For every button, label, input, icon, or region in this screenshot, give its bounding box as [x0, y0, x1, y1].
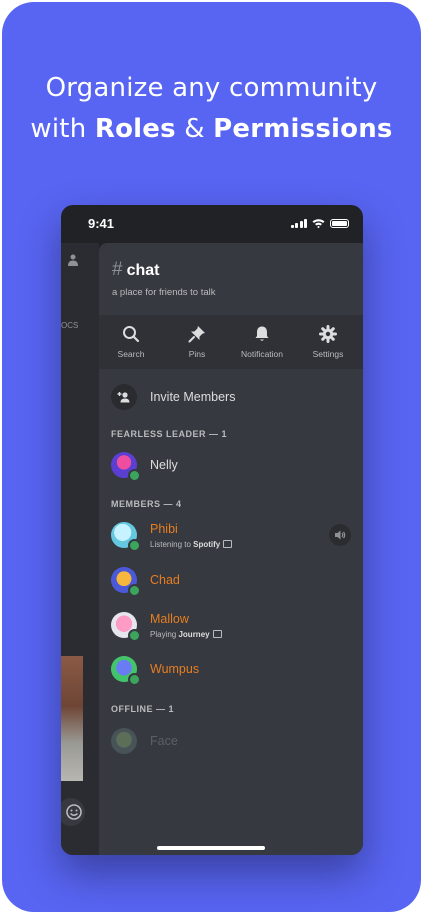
member-name: Mallow [150, 612, 189, 626]
server-sidebar: OCS [61, 243, 99, 855]
activity-icon [212, 630, 222, 638]
member-nelly[interactable]: Nelly [111, 452, 351, 482]
member-activity: Playing Journey [150, 630, 222, 639]
member-name: Phibi [150, 522, 178, 536]
section-offline: OFFLINE — 1 [111, 704, 175, 714]
pin-icon [188, 326, 205, 343]
wifi-icon [312, 219, 325, 228]
section-fearless-leader: FEARLESS LEADER — 1 [111, 429, 228, 439]
channel-title: # chat [112, 259, 159, 281]
bell-icon [255, 326, 269, 341]
headline: Organize any community with Roles & Perm… [2, 68, 421, 150]
headline-roles: Roles [94, 114, 176, 144]
sidebar-image [61, 656, 83, 781]
battery-icon [330, 218, 349, 228]
status-time: 9:41 [88, 216, 115, 231]
online-status-icon [128, 629, 141, 642]
settings-label: Settings [312, 349, 344, 359]
headline-permissions: Permissions [213, 114, 393, 144]
invite-members-button[interactable]: Invite Members [111, 384, 351, 410]
status-bar: 9:41 [61, 205, 363, 243]
gear-icon [319, 325, 337, 343]
member-name: Wumpus [150, 662, 200, 676]
online-status-icon [128, 469, 141, 482]
notification-button[interactable]: Notification [232, 315, 292, 369]
signal-icon [290, 218, 307, 228]
sidebar-partial-label: OCS [61, 321, 79, 330]
channel-toolbar: Search Pins Notification Settings [99, 315, 363, 369]
section-members: MEMBERS — 4 [111, 499, 182, 509]
member-mallow[interactable]: Mallow Playing Journey [111, 612, 351, 642]
member-name: Chad [150, 573, 180, 587]
online-status-icon [128, 584, 141, 597]
phone-screen: 9:41 OCS # chat a place for friends to ta… [61, 205, 363, 855]
online-status-icon [128, 539, 141, 552]
channel-topic: a place for friends to talk [112, 287, 216, 298]
search-icon [123, 326, 140, 343]
invite-members-label: Invite Members [150, 390, 236, 404]
search-label: Search [117, 349, 145, 359]
member-chad[interactable]: Chad [111, 567, 351, 597]
speaker-icon [335, 530, 346, 540]
members-panel: # chat a place for friends to talk Search… [99, 243, 363, 855]
member-face[interactable]: Face [111, 728, 351, 758]
member-activity: Listening to Spotify [150, 540, 233, 549]
headline-line-2: with Roles & Permissions [30, 114, 393, 144]
notification-label: Notification [240, 349, 284, 359]
add-member-icon [117, 392, 130, 403]
member-name: Face [150, 734, 178, 748]
search-button[interactable]: Search [101, 315, 161, 369]
pins-label: Pins [188, 349, 206, 359]
members-icon[interactable] [64, 253, 78, 267]
smile-icon [66, 804, 82, 820]
headline-line-1: Organize any community [45, 73, 378, 103]
activity-icon [223, 540, 233, 548]
member-name: Nelly [150, 458, 178, 472]
hash-icon: # [112, 259, 123, 280]
settings-button[interactable]: Settings [298, 315, 358, 369]
pins-button[interactable]: Pins [167, 315, 227, 369]
promo-card: Organize any community with Roles & Perm… [2, 2, 421, 912]
member-phibi[interactable]: Phibi Listening to Spotify [111, 522, 351, 552]
emoji-button[interactable] [61, 798, 85, 826]
online-status-icon [128, 673, 141, 686]
member-wumpus[interactable]: Wumpus [111, 656, 351, 686]
voice-button[interactable] [329, 524, 351, 546]
home-indicator [157, 846, 265, 850]
avatar [111, 728, 137, 754]
channel-name: chat [126, 262, 160, 279]
